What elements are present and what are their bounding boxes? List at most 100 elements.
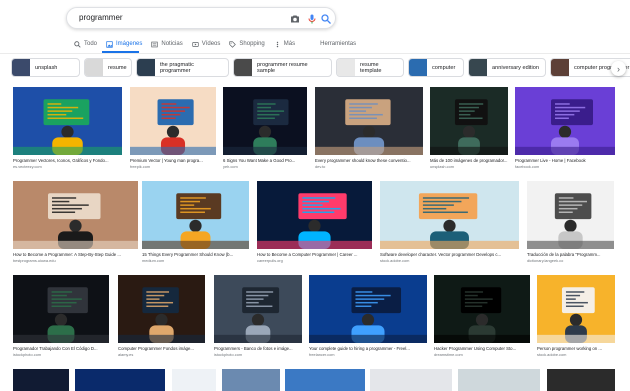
result-caption[interactable]: Premium Vector | Young man progra... — [130, 158, 216, 163]
result-image — [13, 181, 138, 249]
chip-label: resume template — [360, 61, 382, 74]
result-thumbnail[interactable] — [130, 87, 216, 155]
image-result-partial[interactable] — [13, 369, 69, 391]
result-thumbnail[interactable] — [13, 181, 138, 249]
tab-label: Todo — [84, 41, 98, 47]
image-result[interactable]: Every programmer should know these conve… — [315, 87, 423, 175]
tab-label: Vídeos — [201, 41, 221, 47]
image-result[interactable]: 6 Signs You Want Make a Good Pro... yeh.c… — [223, 87, 307, 175]
image-result[interactable]: How to Become a Computer Programmer | Ca… — [257, 181, 372, 269]
image-result-partial[interactable] — [172, 369, 216, 391]
result-thumbnail[interactable] — [430, 87, 508, 155]
result-caption[interactable]: Software developer character. Vector pro… — [380, 252, 519, 257]
result-thumbnail[interactable] — [13, 275, 109, 343]
result-source: bestprograms.uiowa.edu — [13, 258, 56, 263]
microphone-icon[interactable] — [306, 13, 318, 25]
tab-vídeos[interactable]: Vídeos — [192, 38, 221, 50]
image-result[interactable]: Premium Vector | Young man progra... free… — [130, 87, 216, 175]
image-result[interactable]: Traducción de la palabra "Programm... dic… — [527, 181, 614, 269]
result-thumbnail[interactable] — [142, 181, 249, 249]
chip-thumbnail — [551, 59, 569, 76]
result-thumbnail[interactable] — [118, 275, 205, 343]
tab-label: Imágenes — [116, 41, 143, 47]
image-result-partial[interactable] — [547, 369, 615, 391]
result-thumbnail[interactable] — [223, 87, 307, 155]
result-thumbnail[interactable] — [13, 87, 122, 155]
camera-icon[interactable] — [289, 13, 301, 25]
chip-the-pragmatic-programmer[interactable]: the pragmatic programmer — [136, 58, 229, 77]
result-source: es.vecteezy.com — [13, 164, 42, 169]
result-source: dev.to — [315, 164, 326, 169]
image-icon — [106, 40, 113, 48]
result-caption[interactable]: Programador Trabajando Con El Código D..… — [13, 346, 109, 351]
result-caption[interactable]: How to Become a Computer Programmer | Ca… — [257, 252, 372, 257]
chip-computer[interactable]: computer — [408, 58, 464, 77]
result-thumbnail[interactable] — [257, 181, 372, 249]
video-icon — [192, 41, 199, 48]
tab-label: Más — [283, 41, 296, 47]
image-result[interactable]: Más de 100 imágenes de programador... uns… — [430, 87, 508, 175]
result-caption[interactable]: Traducción de la palabra "Programm... — [527, 252, 614, 257]
tab-más[interactable]: Más — [274, 38, 295, 50]
chip-anniversary-edition[interactable]: anniversary edition — [468, 58, 546, 77]
result-thumbnail[interactable] — [515, 87, 615, 155]
chevron-right-icon[interactable]: › — [611, 61, 626, 76]
result-caption[interactable]: 6 Signs You Want Make a Good Pro... — [223, 158, 307, 163]
result-caption[interactable]: Hacker Programmer Using Computer Sto... — [434, 346, 530, 351]
tab-herramientas[interactable]: Herramientas — [320, 38, 356, 50]
result-image — [223, 87, 307, 155]
image-result[interactable]: Programmer Live - Home | Facebook faceboo… — [515, 87, 615, 175]
chip-resume[interactable]: resume — [84, 58, 132, 77]
result-caption[interactable]: Computer Programmer Fondos imáge... — [118, 346, 205, 351]
image-result[interactable]: Software developer character. Vector pro… — [380, 181, 519, 269]
search-bar[interactable]: programmer — [66, 7, 336, 29]
result-source: unsplash.com — [430, 164, 455, 169]
tab-noticias[interactable]: Noticias — [151, 38, 183, 50]
result-caption[interactable]: 15 Things Every Programmer Should Know (… — [142, 252, 249, 257]
image-result[interactable]: Computer Programmer Fondos imáge... alamy… — [118, 275, 205, 363]
image-result-partial[interactable] — [75, 369, 165, 391]
image-result[interactable]: Programmers - Banco de fotos e imáge... i… — [214, 275, 302, 363]
result-caption[interactable]: Your complete guide to hiring a programm… — [309, 346, 427, 351]
result-image — [537, 275, 615, 343]
result-thumbnail[interactable] — [434, 275, 530, 343]
tag-icon — [229, 40, 237, 48]
image-result[interactable]: Programador Trabajando Con El Código D..… — [13, 275, 109, 363]
result-thumbnail[interactable] — [380, 181, 519, 249]
image-result-partial[interactable] — [222, 369, 280, 391]
result-caption[interactable]: Programmer Vectores, Iconos, Gráficos y … — [13, 158, 122, 163]
image-result[interactable]: Your complete guide to hiring a programm… — [309, 275, 427, 363]
image-result[interactable]: Hacker Programmer Using Computer Sto... d… — [434, 275, 530, 363]
tab-shopping[interactable]: Shopping — [229, 38, 265, 50]
image-result-partial[interactable] — [458, 369, 540, 391]
tab-todo[interactable]: Todo — [74, 38, 97, 50]
result-caption[interactable]: Person programmer working on ... — [537, 346, 615, 351]
result-caption[interactable]: Programmer Live - Home | Facebook — [515, 158, 615, 163]
result-image — [142, 181, 249, 249]
result-thumbnail[interactable] — [214, 275, 302, 343]
result-thumbnail[interactable] — [309, 275, 427, 343]
image-result[interactable]: Person programmer working on ... stock.ad… — [537, 275, 615, 363]
more-icon — [274, 41, 281, 48]
tab-imágenes[interactable]: Imágenes — [106, 38, 142, 50]
result-caption[interactable]: Más de 100 imágenes de programador... — [430, 158, 508, 163]
image-result[interactable]: How to Become a Programmer: A Step-By-St… — [13, 181, 138, 269]
chip-thumbnail — [85, 59, 103, 76]
search-icon[interactable] — [320, 13, 332, 25]
result-thumbnail[interactable] — [527, 181, 614, 249]
image-result[interactable]: Programmer Vectores, Iconos, Gráficos y … — [13, 87, 122, 175]
chip-unsplash[interactable]: unsplash — [11, 58, 80, 77]
result-caption[interactable]: Programmers - Banco de fotos e imáge... — [214, 346, 302, 351]
chip-thumbnail — [409, 59, 427, 76]
result-caption[interactable]: How to Become a Programmer: A Step-By-St… — [13, 252, 138, 257]
chip-programmer-resume-sample[interactable]: programmer resume sample — [233, 58, 332, 77]
image-result[interactable]: 15 Things Every Programmer Should Know (… — [142, 181, 249, 269]
result-image — [380, 181, 519, 249]
image-result-partial[interactable] — [370, 369, 452, 391]
result-thumbnail[interactable] — [315, 87, 423, 155]
result-caption[interactable]: Every programmer should know these conve… — [315, 158, 423, 163]
search-query[interactable]: programmer — [79, 13, 123, 22]
chip-resume-template[interactable]: resume template — [336, 58, 404, 77]
result-thumbnail[interactable] — [537, 275, 615, 343]
image-result-partial[interactable] — [285, 369, 365, 391]
